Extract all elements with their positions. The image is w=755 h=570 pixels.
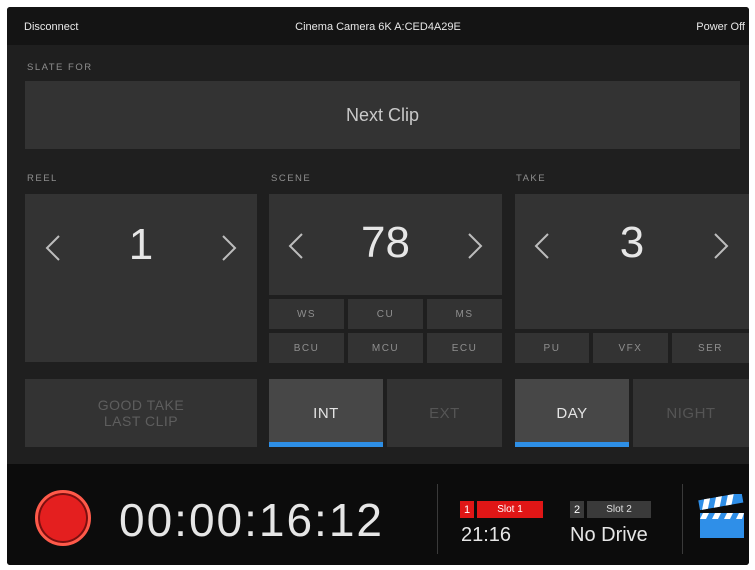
int-selected-indicator (269, 442, 383, 447)
slot1-remaining: 21:16 (461, 524, 512, 546)
scene-label: SCENE (271, 173, 312, 184)
chevron-right-icon (468, 233, 483, 259)
camera-name: Cinema Camera 6K A:CED4A29E (295, 21, 461, 33)
scene-panel: 78 (269, 194, 502, 295)
power-off-button[interactable]: Power Off (696, 21, 745, 33)
chevron-right-icon (714, 233, 729, 259)
scene-tag-ecu[interactable]: ECU (427, 333, 502, 363)
record-button[interactable] (35, 490, 91, 546)
divider (682, 484, 683, 554)
slot2-number: 2 (570, 501, 584, 518)
reel-label: REEL (27, 173, 58, 184)
int-label: INT (313, 404, 339, 422)
slate-target-button[interactable]: Next Clip (25, 81, 740, 149)
slot2-name[interactable]: Slot 2 (587, 501, 651, 518)
night-label: NIGHT (666, 404, 716, 422)
slate-target-label: Next Clip (345, 104, 420, 125)
slot1-name[interactable]: Slot 1 (477, 501, 543, 518)
reel-panel: 1 (25, 194, 257, 362)
scene-tag-ws[interactable]: WS (269, 299, 344, 329)
divider (437, 484, 438, 554)
take-tag-pu[interactable]: PU (515, 333, 589, 363)
slot1-number: 1 (460, 501, 474, 518)
scene-tag-ms[interactable]: MS (427, 299, 502, 329)
camera-control-screen: Disconnect Cinema Camera 6K A:CED4A29E P… (7, 7, 749, 565)
take-tag-vfx[interactable]: VFX (593, 333, 668, 363)
night-toggle[interactable]: NIGHT (633, 379, 749, 447)
take-increment-button[interactable] (703, 226, 739, 266)
top-bar: Disconnect Cinema Camera 6K A:CED4A29E P… (7, 7, 749, 45)
slate-for-label: SLATE FOR (27, 62, 93, 73)
good-take-label-line1: GOOD TAKE (97, 397, 185, 413)
take-label: TAKE (516, 173, 547, 184)
good-take-button[interactable]: GOOD TAKE LAST CLIP (25, 379, 257, 447)
scene-tag-cu[interactable]: CU (348, 299, 423, 329)
day-toggle[interactable]: DAY (515, 379, 629, 447)
day-label: DAY (556, 404, 588, 422)
scene-tag-mcu[interactable]: MCU (348, 333, 423, 363)
ext-label: EXT (429, 404, 460, 422)
take-tag-ser[interactable]: SER (672, 333, 749, 363)
chevron-right-icon (222, 235, 237, 261)
timecode: 00:00:16:12 (119, 494, 385, 546)
day-selected-indicator (515, 442, 629, 447)
slot2-status: No Drive (570, 524, 648, 546)
slate-button[interactable] (697, 492, 747, 540)
ext-toggle[interactable]: EXT (387, 379, 502, 447)
clapperboard-icon (698, 492, 744, 538)
good-take-label-line2: LAST CLIP (103, 413, 179, 429)
reel-increment-button[interactable] (211, 228, 247, 268)
int-toggle[interactable]: INT (269, 379, 383, 447)
scene-increment-button[interactable] (457, 226, 493, 266)
take-panel: 3 (515, 194, 749, 329)
scene-tag-bcu[interactable]: BCU (269, 333, 344, 363)
status-bar: 00:00:16:12 1 Slot 1 21:16 2 Slot 2 No D… (7, 464, 749, 565)
